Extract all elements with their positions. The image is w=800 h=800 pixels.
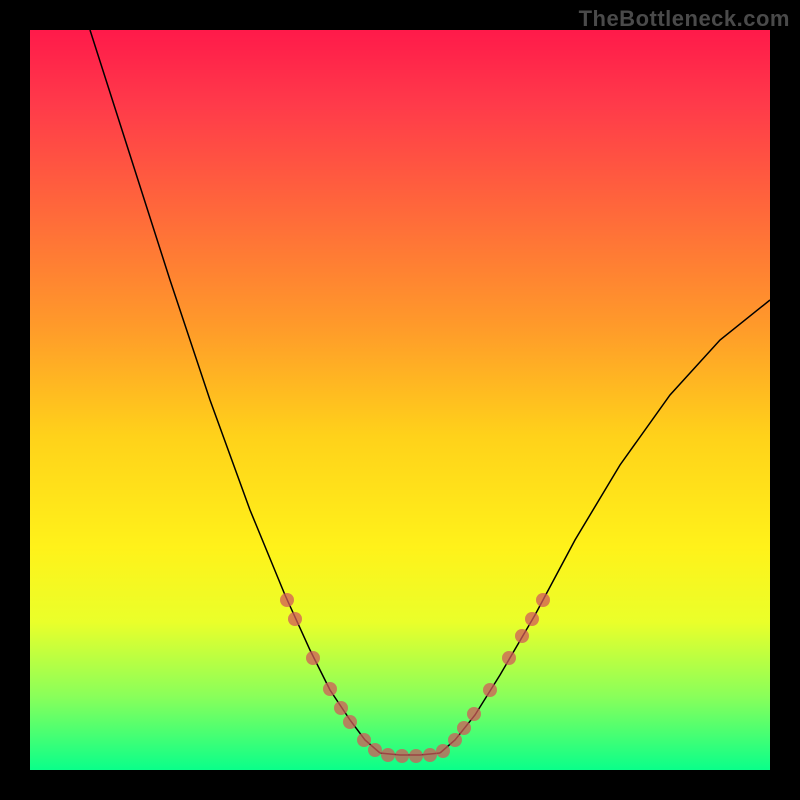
data-point	[536, 593, 550, 607]
chart-plot-area	[30, 30, 770, 770]
data-point	[323, 682, 337, 696]
data-point	[525, 612, 539, 626]
data-point	[288, 612, 302, 626]
data-point	[423, 748, 437, 762]
data-point	[502, 651, 516, 665]
data-point	[448, 733, 462, 747]
data-point	[368, 743, 382, 757]
data-point	[334, 701, 348, 715]
data-point	[436, 744, 450, 758]
data-point	[306, 651, 320, 665]
data-point	[457, 721, 471, 735]
data-point	[343, 715, 357, 729]
data-point	[280, 593, 294, 607]
watermark-text: TheBottleneck.com	[579, 6, 790, 32]
curve-left-branch	[90, 30, 380, 753]
data-point	[483, 683, 497, 697]
data-point	[409, 749, 423, 763]
chart-svg	[30, 30, 770, 770]
data-point	[381, 748, 395, 762]
data-point-markers	[280, 593, 550, 763]
data-point	[515, 629, 529, 643]
data-point	[467, 707, 481, 721]
data-point	[395, 749, 409, 763]
data-point	[357, 733, 371, 747]
